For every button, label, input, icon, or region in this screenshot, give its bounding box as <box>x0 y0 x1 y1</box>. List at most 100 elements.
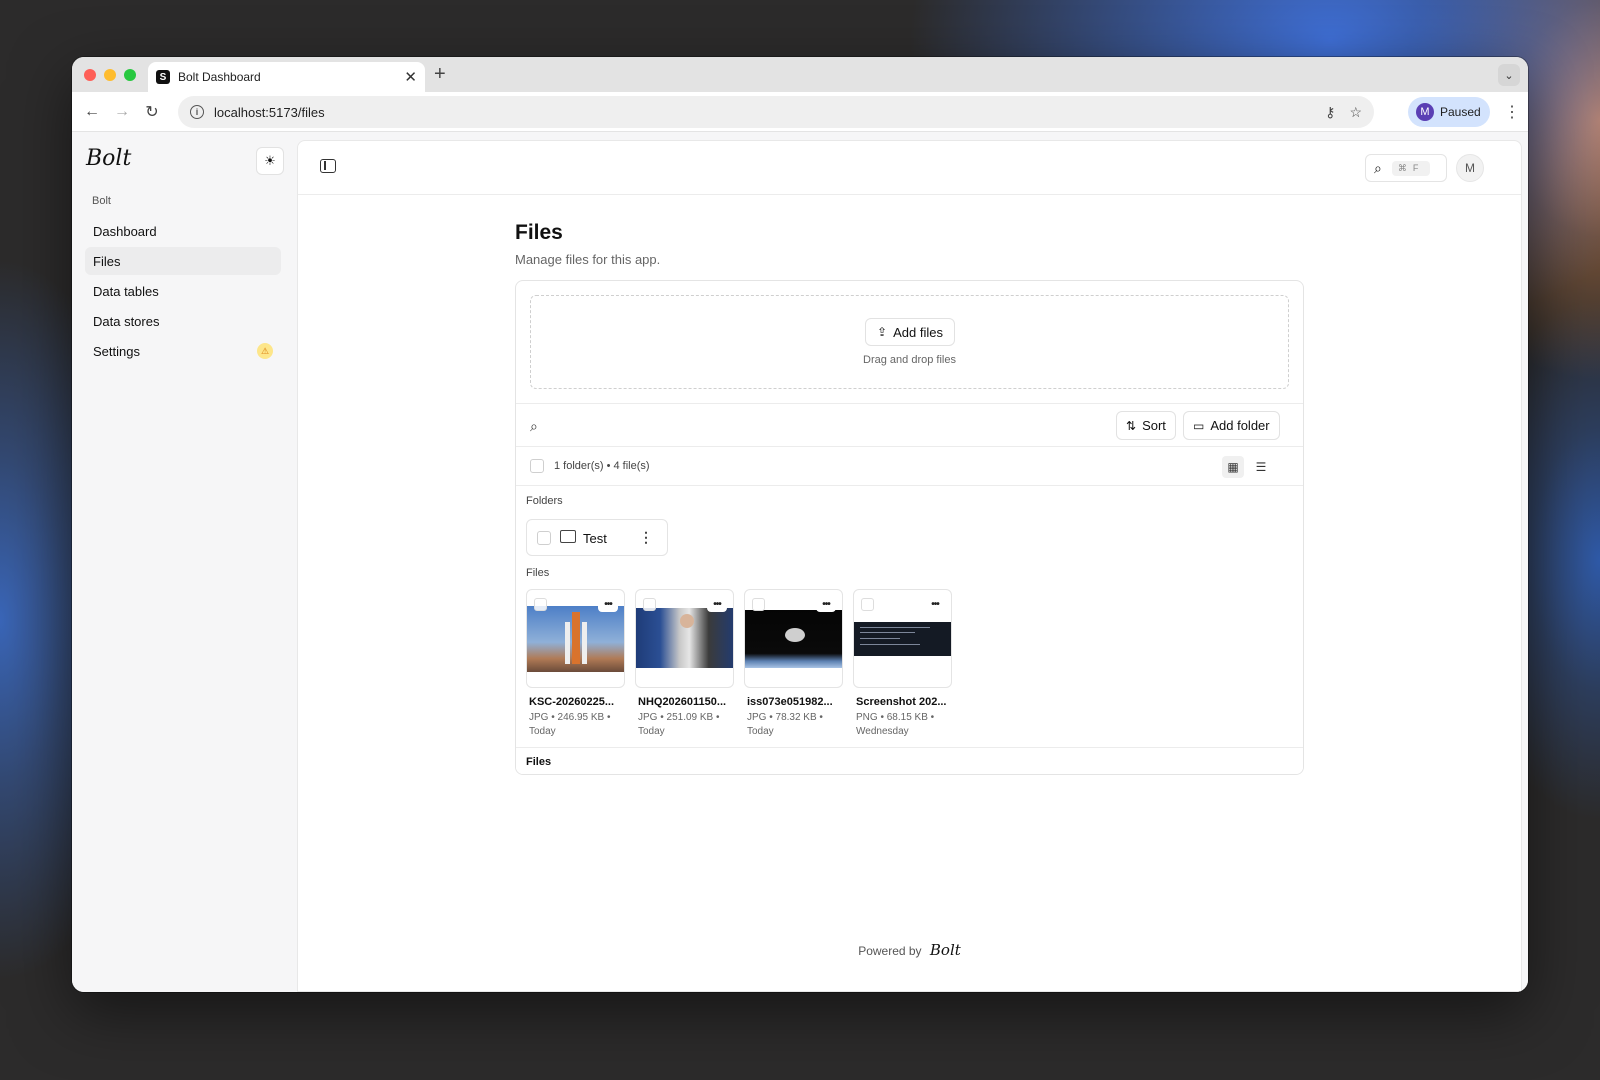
main-panel: ⌕ ⌘F M Files Manage files for this app. … <box>297 140 1522 992</box>
folder-more-icon[interactable]: ⋮ <box>639 529 653 546</box>
browser-menu-icon[interactable]: ⋮ <box>1504 102 1520 122</box>
page-subtitle: Manage files for this app. <box>515 252 661 267</box>
file-meta: PNG • 68.15 KB • <box>856 712 935 723</box>
file-thumbnail[interactable]: ••• <box>635 589 734 688</box>
item-count: 1 folder(s) • 4 file(s) <box>554 460 650 472</box>
favicon-icon: S <box>156 70 170 84</box>
folder-name: Test <box>583 531 607 546</box>
files-card: ⇪ Add files Drag and drop files ⌕ ⇅ Sort… <box>515 280 1304 775</box>
file-thumbnail[interactable]: ••• <box>853 589 952 688</box>
tab-strip: S Bolt Dashboard ✕ + ⌄ <box>72 57 1528 92</box>
sidebar-item-label: Data stores <box>93 313 160 329</box>
sidebar-item-label: Files <box>93 253 121 269</box>
file-more-icon[interactable]: ••• <box>707 596 727 612</box>
sort-arrows-icon: ⇅ <box>1126 418 1137 433</box>
browser-window: S Bolt Dashboard ✕ + ⌄ ← → ↻ i localhost… <box>72 57 1528 992</box>
file-item[interactable]: ••• Screenshot 202... PNG • 68.15 KB • W… <box>853 589 952 739</box>
global-search-button[interactable]: ⌕ ⌘F <box>1365 154 1447 182</box>
dropzone-hint: Drag and drop files <box>863 354 956 366</box>
brand-logo[interactable]: Bolt <box>86 146 131 171</box>
minimize-window-button[interactable] <box>104 69 116 81</box>
file-checkbox[interactable] <box>861 598 874 611</box>
address-bar[interactable]: i localhost:5173/files ⚷ ☆ <box>178 96 1374 128</box>
list-view-icon[interactable]: ☰ <box>1250 456 1272 478</box>
sidebar-item-dashboard[interactable]: Dashboard <box>85 217 281 245</box>
browser-tab[interactable]: S Bolt Dashboard ✕ <box>148 62 425 92</box>
file-checkbox[interactable] <box>752 598 765 611</box>
file-name: NHQ202601150... <box>638 696 727 708</box>
site-info-icon[interactable]: i <box>190 105 204 119</box>
add-files-label: Add files <box>893 324 943 340</box>
file-meta: JPG • 251.09 KB • <box>638 712 720 723</box>
sidebar-item-data-tables[interactable]: Data tables <box>85 277 281 305</box>
spacecraft-earth-image <box>745 610 842 668</box>
folder-checkbox[interactable] <box>537 531 551 545</box>
top-bar: ⌕ ⌘F M <box>298 141 1521 195</box>
avatar[interactable]: M <box>1456 154 1484 182</box>
shortcut-hint: ⌘F <box>1391 160 1431 176</box>
select-all-checkbox[interactable] <box>530 459 544 473</box>
file-name: Screenshot 202... <box>856 696 947 708</box>
sidebar-item-label: Dashboard <box>93 223 157 239</box>
profile-button[interactable]: M Paused <box>1408 97 1490 127</box>
sidebar-item-files[interactable]: Files <box>85 247 281 275</box>
app-shell: Bolt ☀ Bolt Dashboard Files Data tables … <box>72 132 1528 992</box>
page-title: Files <box>515 221 563 244</box>
reload-icon[interactable]: ↻ <box>140 100 164 124</box>
selection-summary-row: 1 folder(s) • 4 file(s) ▦ ☰ <box>516 447 1303 486</box>
file-date: Today <box>529 726 556 737</box>
tab-title: Bolt Dashboard <box>178 70 261 84</box>
bookmark-star-icon[interactable]: ☆ <box>1349 104 1362 121</box>
astronauts-photo-image <box>636 608 733 668</box>
sidebar-item-data-stores[interactable]: Data stores <box>85 307 281 335</box>
file-item[interactable]: ••• KSC-20260225... JPG • 246.95 KB • To… <box>526 589 625 739</box>
url-text[interactable]: localhost:5173/files <box>214 105 1311 120</box>
upload-dropzone[interactable]: ⇪ Add files Drag and drop files <box>530 295 1289 389</box>
folder-item[interactable]: Test ⋮ <box>526 519 668 556</box>
powered-by-logo[interactable]: Bolt <box>930 941 961 959</box>
folders-section-label: Folders <box>526 495 563 507</box>
grid-view-icon[interactable]: ▦ <box>1222 456 1244 478</box>
browser-toolbar: ← → ↻ i localhost:5173/files ⚷ ☆ M Pause… <box>72 92 1528 132</box>
rocket-launch-image <box>527 606 624 672</box>
file-item[interactable]: ••• NHQ202601150... JPG • 251.09 KB • To… <box>635 589 734 739</box>
powered-by: Powered by Bolt <box>298 941 1521 959</box>
add-files-button[interactable]: ⇪ Add files <box>865 318 955 346</box>
close-window-button[interactable] <box>84 69 96 81</box>
nav-group-label: Bolt <box>92 195 111 207</box>
file-item[interactable]: ••• iss073e051982... JPG • 78.32 KB • To… <box>744 589 843 739</box>
files-toolbar: ⌕ ⇅ Sort ▭ Add folder <box>516 403 1303 447</box>
profile-status: Paused <box>1440 105 1481 119</box>
sidebar-item-settings[interactable]: Settings ⚠ <box>85 337 281 365</box>
theme-toggle-button[interactable]: ☀ <box>256 147 284 175</box>
folder-icon <box>560 530 576 543</box>
sort-label: Sort <box>1142 418 1166 433</box>
file-more-icon[interactable]: ••• <box>925 596 945 612</box>
file-more-icon[interactable]: ••• <box>598 596 618 612</box>
footer-label: Files <box>526 756 552 768</box>
new-tab-icon[interactable]: + <box>434 63 446 86</box>
forward-arrow-icon[interactable]: → <box>110 100 134 124</box>
close-tab-icon[interactable]: ✕ <box>404 68 417 86</box>
sun-icon: ☀ <box>264 153 276 168</box>
sidebar: Bolt ☀ Bolt Dashboard Files Data tables … <box>72 132 294 992</box>
search-icon[interactable]: ⌕ <box>530 418 538 435</box>
file-date: Today <box>747 726 774 737</box>
files-section-label: Files <box>526 567 550 579</box>
tab-search-chevron-icon[interactable]: ⌄ <box>1498 64 1520 86</box>
file-checkbox[interactable] <box>643 598 656 611</box>
folder-plus-icon: ▭ <box>1193 418 1205 433</box>
password-key-icon[interactable]: ⚷ <box>1325 104 1335 121</box>
sidebar-toggle-icon[interactable] <box>320 159 336 173</box>
add-folder-button[interactable]: ▭ Add folder <box>1183 411 1280 440</box>
file-meta: JPG • 246.95 KB • <box>529 712 611 723</box>
file-more-icon[interactable]: ••• <box>816 596 836 612</box>
file-thumbnail[interactable]: ••• <box>744 589 843 688</box>
file-checkbox[interactable] <box>534 598 547 611</box>
sort-button[interactable]: ⇅ Sort <box>1116 411 1176 440</box>
file-thumbnail[interactable]: ••• <box>526 589 625 688</box>
maximize-window-button[interactable] <box>124 69 136 81</box>
back-arrow-icon[interactable]: ← <box>80 100 104 124</box>
warning-icon: ⚠ <box>257 343 273 359</box>
file-name: KSC-20260225... <box>529 696 614 708</box>
